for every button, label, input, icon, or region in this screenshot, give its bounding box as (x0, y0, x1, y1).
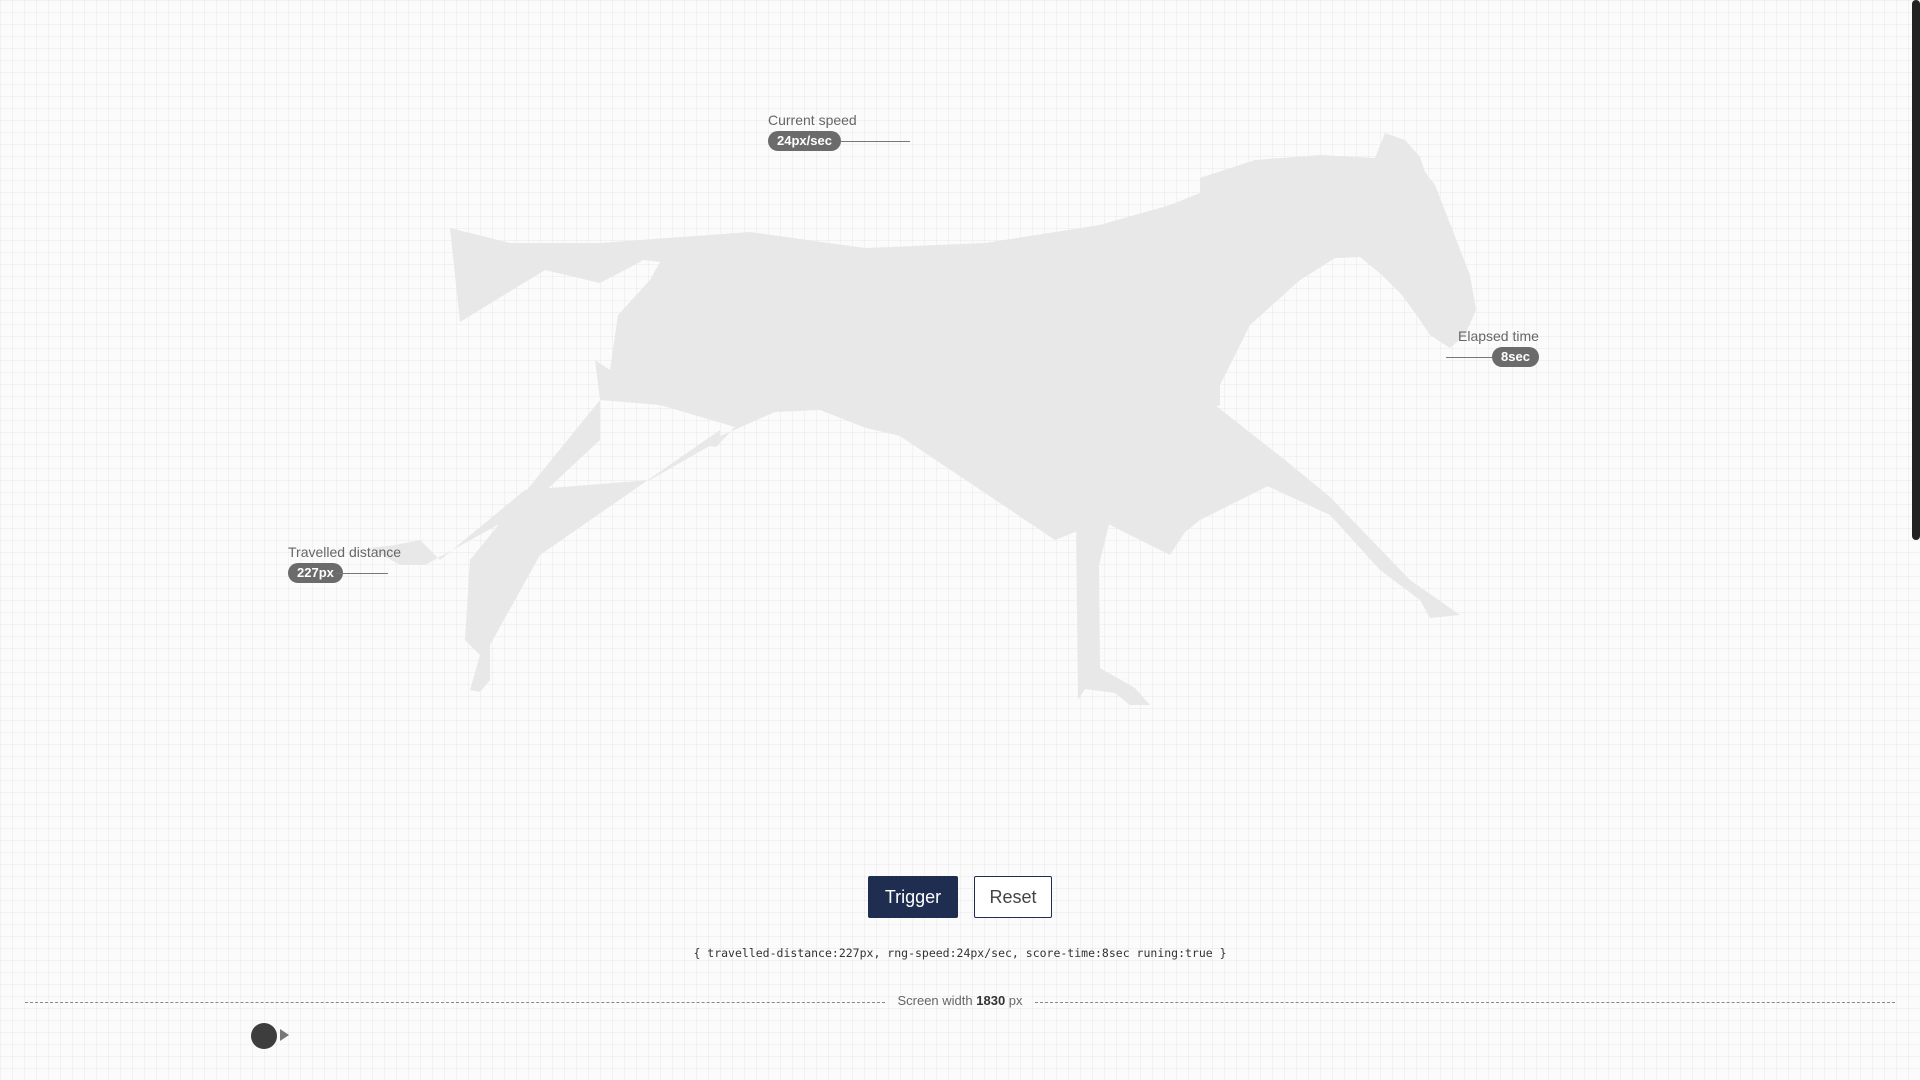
travelled-distance-connector (336, 573, 388, 574)
elapsed-time-metric: Elapsed time 8sec (1458, 328, 1539, 367)
screen-width-value: 1830 (976, 993, 1006, 1008)
status-readout: { travelled-distance:227px, rng-speed:24… (693, 946, 1227, 960)
slider-handle-icon[interactable] (251, 1023, 277, 1049)
scrollbar[interactable] (1912, 0, 1920, 540)
reset-button[interactable]: Reset (974, 876, 1052, 918)
play-arrow-icon[interactable] (280, 1029, 289, 1041)
horse-silhouette (370, 133, 1476, 705)
elapsed-time-value: 8sec (1492, 347, 1539, 367)
current-speed-label: Current speed (768, 112, 857, 128)
travelled-distance-metric: Travelled distance 227px (288, 544, 401, 583)
travelled-distance-label: Travelled distance (288, 544, 402, 560)
trigger-button[interactable]: Trigger (868, 876, 958, 918)
current-speed-metric: Current speed 24px/sec (768, 112, 857, 151)
screen-width-readout: Screen width 1830 px (885, 993, 1035, 1008)
travelled-distance-value: 227px (288, 563, 343, 583)
elapsed-time-label: Elapsed time (1458, 328, 1539, 344)
current-speed-value: 24px/sec (768, 131, 841, 151)
screen-width-prefix: Screen width (897, 993, 973, 1008)
current-speed-connector (840, 141, 910, 142)
ruler-line-right (1035, 1002, 1895, 1003)
ruler-line-left (25, 1002, 885, 1003)
elapsed-time-connector (1446, 357, 1492, 358)
screen-width-unit: px (1008, 993, 1023, 1008)
